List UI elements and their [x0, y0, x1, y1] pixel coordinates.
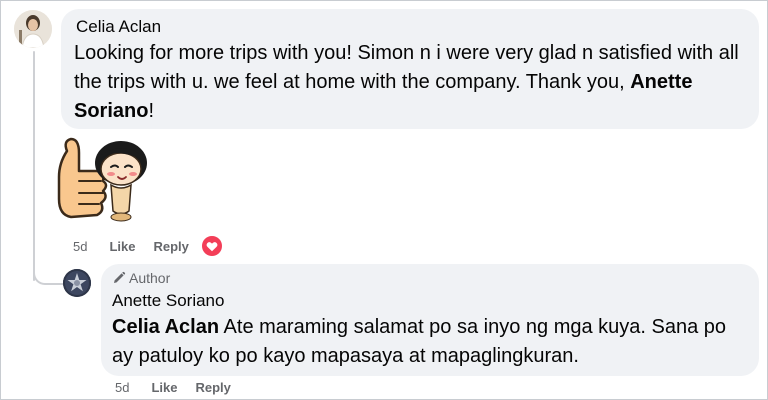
reply-timestamp[interactable]: 5d — [115, 380, 129, 395]
like-button[interactable]: Like — [109, 239, 135, 254]
comment-timestamp[interactable]: 5d — [73, 239, 87, 254]
profile-photo-icon — [63, 269, 91, 297]
thread-connector-curve — [33, 263, 63, 285]
thread-connector-line — [33, 51, 35, 281]
reply-author-name[interactable]: Anette Soriano — [112, 291, 224, 311]
reply-actions: 5d Like Reply — [115, 380, 243, 395]
comment-thread: Celia Aclan Looking for more trips with … — [0, 0, 768, 400]
author-badge: Author — [112, 270, 170, 286]
love-reaction-icon[interactable] — [200, 235, 223, 257]
reply-avatar[interactable] — [63, 269, 91, 297]
reply-text: Celia Aclan Ate maraming salamat po sa i… — [112, 313, 752, 371]
pencil-icon — [114, 271, 126, 283]
mention-link[interactable]: Celia Aclan — [112, 316, 219, 338]
comment-text: Looking for more trips with you! Simon n… — [74, 39, 754, 126]
comment-body-end: ! — [148, 100, 155, 122]
avatar[interactable] — [14, 10, 52, 48]
reply-button[interactable]: Reply — [195, 380, 230, 395]
like-button[interactable]: Like — [151, 380, 177, 395]
comment-author-name[interactable]: Celia Aclan — [76, 17, 161, 37]
reply-button[interactable]: Reply — [153, 239, 188, 254]
reply-bubble: Author Anette Soriano Celia Aclan Ate ma… — [101, 264, 759, 376]
thumbs-up-girl-sticker — [53, 133, 153, 229]
author-badge-label: Author — [129, 270, 171, 286]
comment-actions: 5d Like Reply — [73, 235, 223, 257]
profile-photo-icon — [14, 10, 52, 48]
comment-bubble: Celia Aclan Looking for more trips with … — [61, 9, 759, 129]
